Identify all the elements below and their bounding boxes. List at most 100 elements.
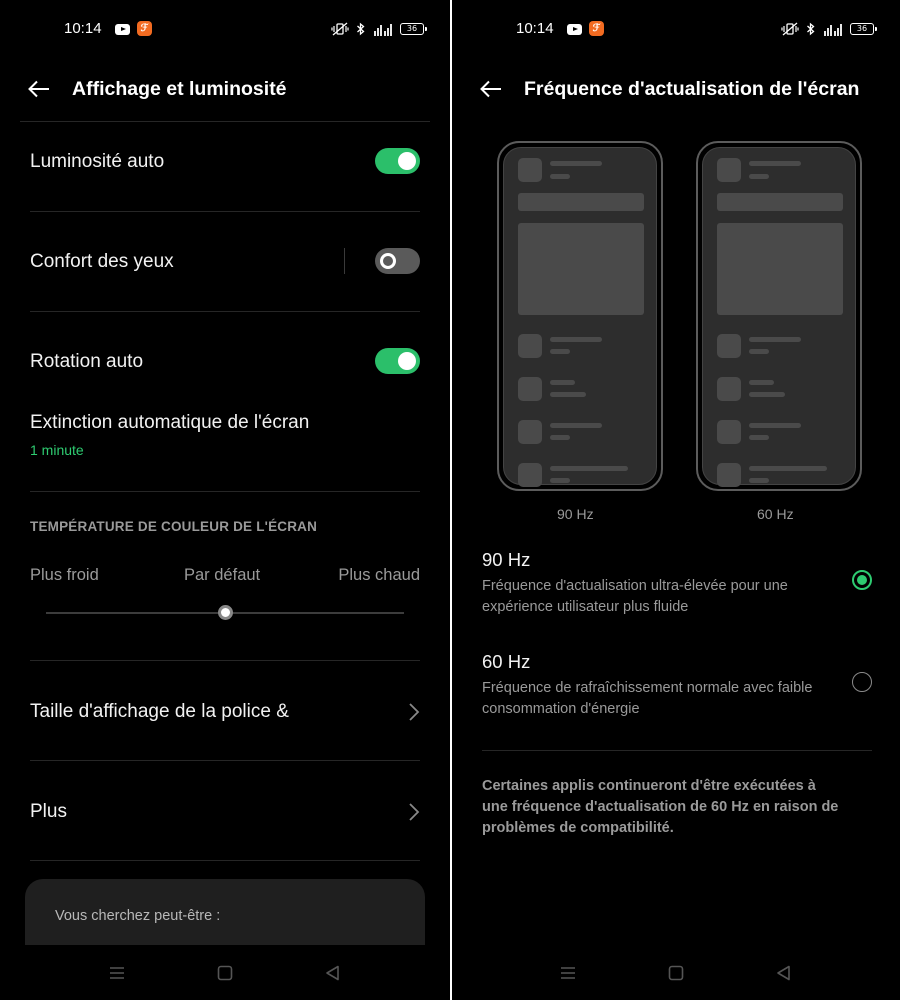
preview-60hz-caption: 60 Hz [757,506,794,522]
option-90hz-description: Fréquence d'actualisation ultra-élevée p… [482,578,788,615]
preview-placeholder [550,478,570,483]
page-title: Fréquence d'actualisation de l'écran [524,78,860,100]
battery-icon: 36 [850,23,877,35]
row-divider [30,311,420,312]
preview-placeholder [518,420,542,444]
compatibility-note: Certaines applis continueront d'être exé… [482,778,839,836]
auto-rotate-label: Rotation auto [30,351,144,372]
chevron-right-icon [409,803,420,821]
row-divider [30,660,420,661]
preview-placeholder [518,463,542,487]
option-60hz-description: Fréquence de rafraîchissement normale av… [482,680,813,717]
row-divider [30,211,420,212]
screen-timeout-value: 1 minute [30,442,84,458]
preview-60hz[interactable] [696,141,862,491]
back-nav-icon[interactable] [775,964,793,982]
home-icon[interactable] [216,964,234,982]
preview-placeholder [518,377,542,401]
row-separator [344,248,345,274]
status-icons: 36 [331,21,427,37]
option-90hz-title: 90 Hz [482,549,531,570]
status-time: 10:14 [516,20,554,37]
auto-brightness-label: Luminosité auto [30,151,165,172]
bluetooth-icon [807,22,815,36]
preview-placeholder [518,223,644,315]
auto-brightness-toggle[interactable] [375,148,420,174]
chevron-right-icon [409,703,420,721]
youtube-icon [567,24,582,35]
vibrate-icon [331,22,349,36]
eye-comfort-label: Confort des yeux [30,251,174,272]
display-brightness-screen: 10:14 ℱ 36 Affichage et luminosité Lumin… [0,0,450,1000]
row-divider [30,860,420,861]
navigation-bar [452,945,900,1000]
preview-placeholder [518,158,542,182]
warmer-label: Plus chaud [338,566,420,584]
preview-screen [702,147,856,487]
preview-placeholder [749,423,801,428]
app-header: Affichage et luminosité [0,70,450,110]
preview-placeholder [749,478,769,483]
preview-placeholder [550,174,570,179]
preview-placeholder [749,392,785,397]
navigation-bar [0,945,450,1000]
preview-placeholder [717,158,741,182]
notification-app-icon: ℱ [137,21,152,36]
refresh-rate-screen: 10:14 ℱ 36 Fréquence d'actualisation de … [452,0,900,1000]
preview-placeholder [717,463,741,487]
suggestion-text: Vous cherchez peut-être : [55,908,221,924]
back-nav-icon[interactable] [324,964,342,982]
suggestion-card: Vous cherchez peut-être : [25,879,425,949]
option-60hz-title: 60 Hz [482,651,531,672]
signal-icon [374,24,392,36]
preview-placeholder [749,337,801,342]
notification-app-icon: ℱ [589,21,604,36]
status-bar: 10:14 ℱ 36 [0,16,450,42]
cooler-label: Plus froid [30,566,99,584]
preview-placeholder [550,423,602,428]
preview-placeholder [749,435,769,440]
slider-thumb[interactable] [217,605,233,620]
preview-placeholder [550,466,628,471]
back-arrow-icon[interactable] [28,80,50,98]
preview-placeholder [550,161,602,166]
preview-placeholder [749,349,769,354]
toggle-knob [398,152,416,170]
recents-icon[interactable] [559,964,577,982]
preview-placeholder [518,334,542,358]
font-size-label: Taille d'affichage de la police & [30,701,289,722]
preview-placeholder [717,420,741,444]
radio-60hz[interactable] [852,672,872,692]
auto-rotate-toggle[interactable] [375,348,420,374]
preview-placeholder [749,174,769,179]
preview-placeholder [550,435,570,440]
preview-90hz-caption: 90 Hz [557,506,594,522]
row-divider [30,491,420,492]
screen-timeout-label: Extinction automatique de l'écran [30,412,310,433]
recents-icon[interactable] [108,964,126,982]
radio-90hz[interactable] [852,570,872,590]
status-time: 10:14 [64,20,102,37]
battery-icon: 36 [400,23,427,35]
bluetooth-icon [357,22,365,36]
preview-90hz[interactable] [497,141,663,491]
status-icons: 36 [781,21,877,37]
preview-placeholder [749,161,801,166]
back-arrow-icon[interactable] [480,80,502,98]
options-divider [482,750,872,751]
preview-placeholder [550,337,602,342]
eye-comfort-toggle[interactable] [375,248,420,274]
preview-placeholder [717,377,741,401]
default-label: Par défaut [184,566,261,584]
preview-placeholder [717,223,843,315]
vibrate-icon [781,22,799,36]
preview-placeholder [717,193,843,211]
preview-screen [503,147,657,487]
preview-placeholder [749,380,774,385]
toggle-knob [398,352,416,370]
signal-icon [824,24,842,36]
home-icon[interactable] [667,964,685,982]
app-header: Fréquence d'actualisation de l'écran [452,70,900,110]
header-divider [20,121,430,122]
toggle-knob [380,253,396,269]
